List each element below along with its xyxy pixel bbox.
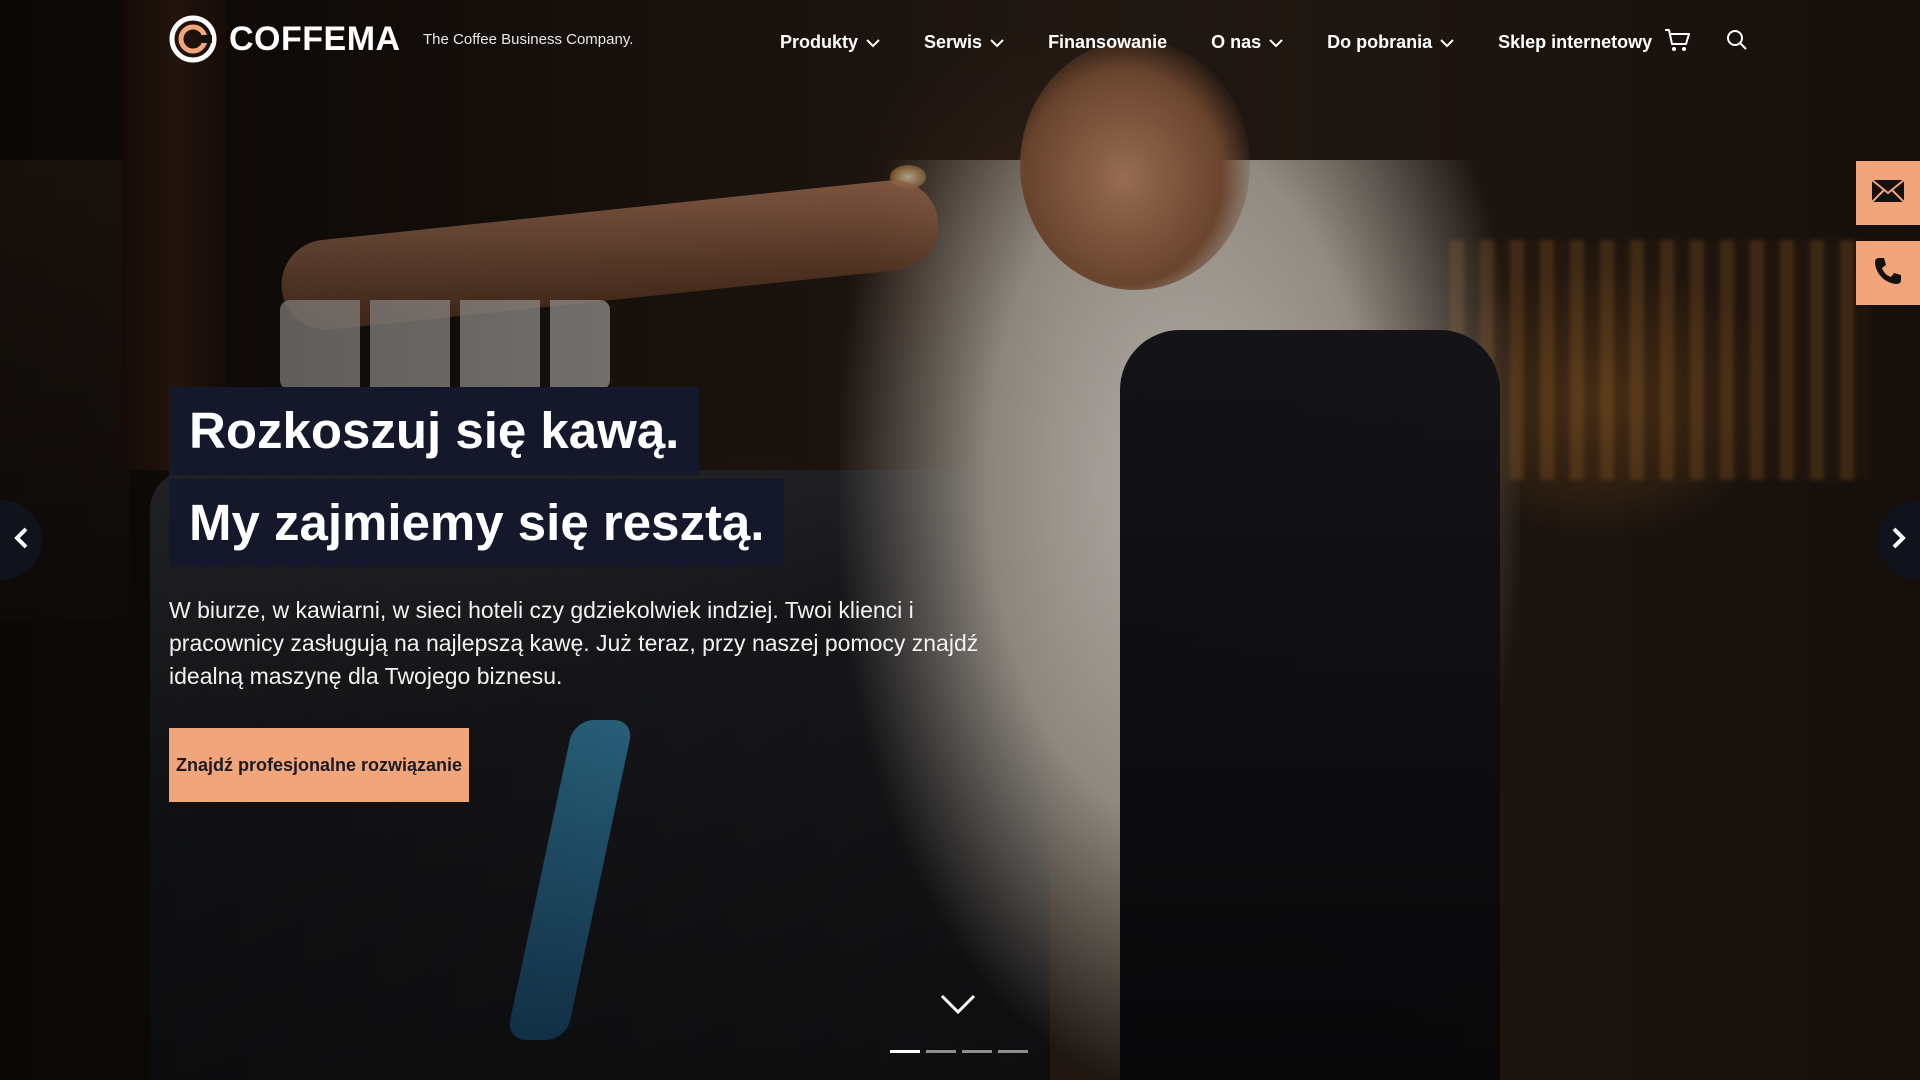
chevron-down-icon <box>990 32 1004 53</box>
chevron-down-icon <box>866 32 880 53</box>
nav-item-serwis[interactable]: Serwis <box>924 32 1004 53</box>
nav-item-label: Finansowanie <box>1048 31 1168 52</box>
slide-indicator-1[interactable] <box>890 1050 920 1053</box>
nav-item-produkty[interactable]: Produkty <box>780 32 880 53</box>
phone-icon <box>1873 256 1903 291</box>
brand-logo[interactable]: COFFEMA <box>169 15 401 63</box>
slide-indicator-4[interactable] <box>998 1050 1028 1053</box>
phone-contact-button[interactable] <box>1856 241 1920 305</box>
cart-icon[interactable] <box>1664 28 1691 57</box>
nav-item-do-pobrania[interactable]: Do pobrania <box>1327 32 1454 53</box>
nav-item-finansowanie[interactable]: Finansowanie <box>1048 32 1167 53</box>
hero-headline-line-2: My zajmiemy się resztą. <box>169 479 785 567</box>
search-icon[interactable] <box>1726 29 1748 56</box>
site-header: COFFEMA The Coffee Business Company. Pro… <box>0 0 1920 82</box>
hero-headline-line-1: Rozkoszuj się kawą. <box>169 387 700 475</box>
nav-item-sklep-internetowy[interactable]: Sklep internetowy <box>1498 32 1652 53</box>
find-solution-button[interactable]: Znajdź profesjonalne rozwiązanie <box>169 728 469 802</box>
nav-item-label: Sklep internetowy <box>1498 31 1653 52</box>
nav-item-o-nas[interactable]: O nas <box>1211 32 1283 53</box>
scroll-down-icon[interactable] <box>940 994 976 1021</box>
email-contact-button[interactable] <box>1856 161 1920 225</box>
chevron-down-icon <box>1269 32 1283 53</box>
nav-item-label: O nas <box>1211 31 1262 52</box>
slider-pagination <box>890 1050 1034 1053</box>
chevron-right-icon <box>1892 527 1906 554</box>
brand-name: COFFEMA <box>229 19 401 58</box>
nav-item-label: Serwis <box>924 31 983 52</box>
nav-item-label: Produkty <box>780 31 859 52</box>
envelope-icon <box>1871 178 1905 208</box>
hero-description: W biurze, w kawiarni, w sieci hoteli czy… <box>169 597 979 689</box>
brand-tagline: The Coffee Business Company. <box>423 31 634 48</box>
nav-item-label: Do pobrania <box>1327 31 1433 52</box>
coffema-logo-icon <box>169 15 217 63</box>
main-nav: Produkty Serwis Finansowanie O nas Do po… <box>780 28 1748 56</box>
chevron-down-icon <box>1440 32 1454 53</box>
slide-indicator-2[interactable] <box>926 1050 956 1053</box>
chevron-left-icon <box>14 527 28 554</box>
slide-indicator-3[interactable] <box>962 1050 992 1053</box>
